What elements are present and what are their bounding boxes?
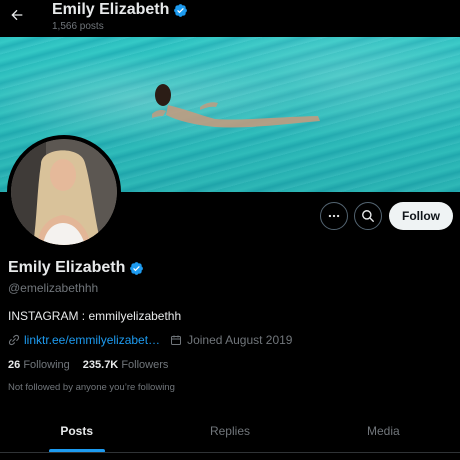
tab-media[interactable]: Media — [307, 413, 460, 453]
search-icon — [362, 210, 374, 222]
calendar-icon — [171, 335, 182, 345]
verified-badge-icon[interactable] — [129, 261, 144, 276]
verified-badge-icon — [174, 3, 188, 17]
profile-name: Emily Elizabeth — [8, 259, 144, 277]
back-button[interactable] — [6, 4, 28, 26]
more-icon — [328, 214, 340, 218]
tab-replies[interactable]: Replies — [153, 413, 306, 453]
top-bar: Emily Elizabeth 1,566 posts — [0, 0, 460, 37]
tab-label: Media — [366, 424, 400, 438]
followers-label: Followers — [121, 359, 169, 371]
avatar-portrait — [11, 139, 117, 245]
profile-avatar[interactable] — [7, 135, 121, 249]
follow-note: Not followed by anyone you’re following — [8, 382, 175, 393]
followers-count: 235.7K — [82, 359, 119, 371]
link-icon — [8, 334, 20, 346]
arrow-left-icon — [11, 9, 23, 21]
profile-name-text: Emily Elizabeth — [8, 259, 126, 276]
tabs-divider — [0, 452, 460, 453]
profile-stats: 26 Following 235.7K Followers — [8, 359, 168, 371]
profile-meta: linktr.ee/emmilyelizabet… Joined August … — [8, 333, 292, 347]
joined-date-text: Joined August 2019 — [187, 333, 293, 347]
profile-bio: INSTAGRAM : emmilyelizabethh — [8, 309, 182, 323]
more-button[interactable] — [320, 202, 348, 230]
search-button[interactable] — [354, 202, 382, 230]
post-count: 1,566 posts — [52, 21, 104, 32]
tab-label: Replies — [209, 424, 250, 438]
profile-tabs: Posts Replies Media — [0, 413, 460, 453]
following-count: 26 — [8, 359, 21, 371]
header-name: Emily Elizabeth — [52, 1, 170, 18]
profile-handle: @emelizabethhh — [8, 281, 99, 295]
profile-link[interactable]: linktr.ee/emmilyelizabet… — [8, 333, 160, 347]
tab-label: Posts — [60, 424, 93, 438]
header-title: Emily Elizabeth — [52, 1, 188, 19]
profile-link-text[interactable]: linktr.ee/emmilyelizabet… — [24, 333, 160, 347]
follow-button[interactable]: Follow — [389, 202, 453, 230]
followers-stat[interactable]: 235.7K Followers — [83, 359, 169, 371]
following-stat[interactable]: 26 Following — [8, 359, 70, 371]
tab-posts[interactable]: Posts — [0, 413, 153, 453]
joined-date: Joined August 2019 — [170, 333, 292, 347]
following-label: Following — [23, 359, 70, 371]
